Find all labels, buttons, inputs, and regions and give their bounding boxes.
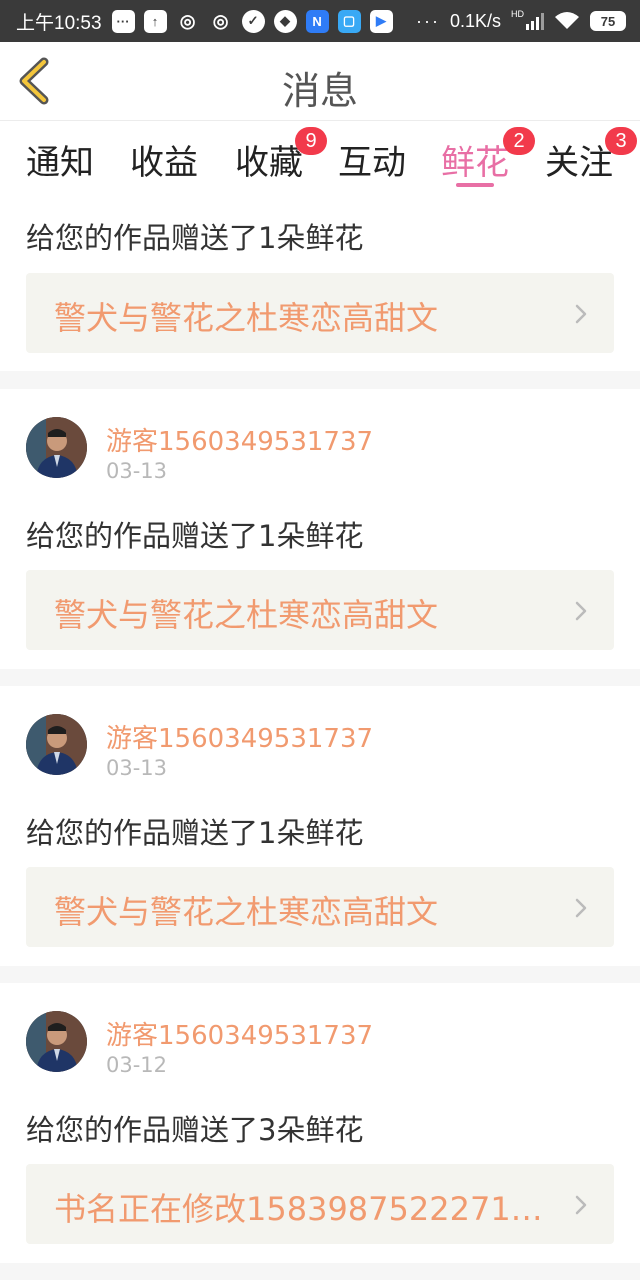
book-link[interactable]: 警犬与警花之杜寒恋高甜文 bbox=[26, 867, 614, 947]
sender-name: 游客1560349531737 bbox=[106, 427, 374, 457]
tab-label: 关注 bbox=[545, 143, 613, 183]
tab-follows[interactable]: 关注 3 bbox=[545, 127, 637, 184]
badge-flowers: 2 bbox=[503, 127, 535, 155]
sender-name: 游客1560349531737 bbox=[106, 724, 374, 754]
chevron-right-icon bbox=[575, 898, 587, 918]
page-title: 消息 bbox=[281, 69, 358, 113]
message-text: 给您的作品赠送了1朵鲜花 bbox=[26, 519, 364, 553]
message-date: 03-13 bbox=[106, 756, 168, 780]
book-title: 警犬与警花之杜寒恋高甜文 bbox=[54, 596, 439, 634]
weibo-icon-2: ◎ bbox=[212, 10, 229, 31]
tab-favorites[interactable]: 收藏 9 bbox=[235, 127, 327, 184]
message-text: 给您的作品赠送了1朵鲜花 bbox=[26, 221, 364, 255]
signal-icon bbox=[526, 12, 544, 30]
avatar-image bbox=[26, 714, 87, 775]
tab-bar: 通知 收益 收藏 9 互动 鲜花 2 关注 3 bbox=[0, 121, 640, 201]
play-store-icon: ▶ bbox=[369, 9, 393, 33]
net-speed: 0.1K/s bbox=[449, 10, 501, 31]
message-card: 游客1560349531737 03-12 给您的作品赠送了3朵鲜花 书名正在修… bbox=[0, 983, 640, 1263]
hd-label: HD bbox=[511, 9, 524, 19]
sender-row: 游客1560349531737 03-12 bbox=[26, 1011, 586, 1077]
tab-label: 互动 bbox=[338, 143, 406, 183]
chevron-right-icon bbox=[575, 601, 587, 621]
tab-label: 收益 bbox=[130, 143, 198, 183]
avatar[interactable] bbox=[26, 714, 87, 775]
app-header: 消息 bbox=[0, 42, 640, 121]
tab-label: 通知 bbox=[26, 143, 94, 183]
book-link[interactable]: 警犬与警花之杜寒恋高甜文 bbox=[26, 570, 614, 650]
book-link[interactable]: 警犬与警花之杜寒恋高甜文 bbox=[26, 273, 614, 353]
active-tab-indicator bbox=[456, 183, 494, 187]
avatar[interactable] bbox=[26, 1011, 87, 1072]
check-icon: ✓ bbox=[241, 9, 265, 33]
tab-earnings[interactable]: 收益 bbox=[130, 135, 198, 184]
book-title: 警犬与警花之杜寒恋高甜文 bbox=[54, 893, 439, 931]
book-title: 警犬与警花之杜寒恋高甜文 bbox=[54, 299, 439, 337]
avatar-image bbox=[26, 1011, 87, 1072]
chevron-right-icon bbox=[575, 304, 587, 324]
message-text: 给您的作品赠送了1朵鲜花 bbox=[26, 816, 364, 850]
sender-name: 游客1560349531737 bbox=[106, 1021, 374, 1051]
status-bar: 上午10:53 ··· ↑ ◎ ◎ ✓ ◆ N ▢ ▶ ··· 0.1K/s H… bbox=[0, 0, 640, 42]
badge-favorites: 9 bbox=[295, 127, 327, 155]
tab-label: 鲜花 bbox=[441, 143, 509, 183]
badge-follows: 3 bbox=[605, 127, 637, 155]
sender-row: 游客1560349531737 03-13 bbox=[26, 417, 586, 483]
app-icon: ◆ bbox=[273, 9, 297, 33]
tab-label: 收藏 bbox=[235, 143, 303, 183]
message-date: 03-13 bbox=[106, 459, 168, 483]
tab-interactions[interactable]: 互动 bbox=[338, 135, 406, 184]
avatar-image bbox=[26, 417, 87, 478]
upload-icon: ↑ bbox=[143, 9, 167, 33]
sender-row: 游客1560349531737 03-13 bbox=[26, 714, 586, 780]
message-icon: ··· bbox=[111, 9, 135, 33]
book-title: 书名正在修改1583987522271… bbox=[54, 1190, 543, 1228]
weibo-icon: ◎ bbox=[179, 10, 196, 31]
message-card: 游客1560349531737 03-13 给您的作品赠送了1朵鲜花 警犬与警花… bbox=[0, 389, 640, 669]
more-icon: ··· bbox=[415, 10, 440, 31]
book-link[interactable]: 书名正在修改1583987522271… bbox=[26, 1164, 614, 1244]
tab-flowers[interactable]: 鲜花 2 bbox=[441, 127, 535, 184]
tab-notifications[interactable]: 通知 bbox=[26, 135, 94, 184]
browser-icon: ▢ bbox=[337, 9, 361, 33]
message-card: 给您的作品赠送了1朵鲜花 警犬与警花之杜寒恋高甜文 bbox=[0, 201, 640, 371]
message-card: 游客1560349531737 03-13 给您的作品赠送了1朵鲜花 警犬与警花… bbox=[0, 686, 640, 966]
message-text: 给您的作品赠送了3朵鲜花 bbox=[26, 1113, 364, 1147]
chevron-right-icon bbox=[575, 1195, 587, 1215]
wifi-icon bbox=[555, 12, 579, 29]
avatar[interactable] bbox=[26, 417, 87, 478]
n-app-icon: N bbox=[305, 9, 329, 33]
notification-icons: ··· ↑ ◎ ◎ ✓ ◆ N ▢ ▶ bbox=[111, 9, 393, 33]
status-time: 上午10:53 bbox=[16, 12, 102, 34]
battery-icon: 75 bbox=[590, 11, 626, 31]
message-date: 03-12 bbox=[106, 1053, 168, 1077]
